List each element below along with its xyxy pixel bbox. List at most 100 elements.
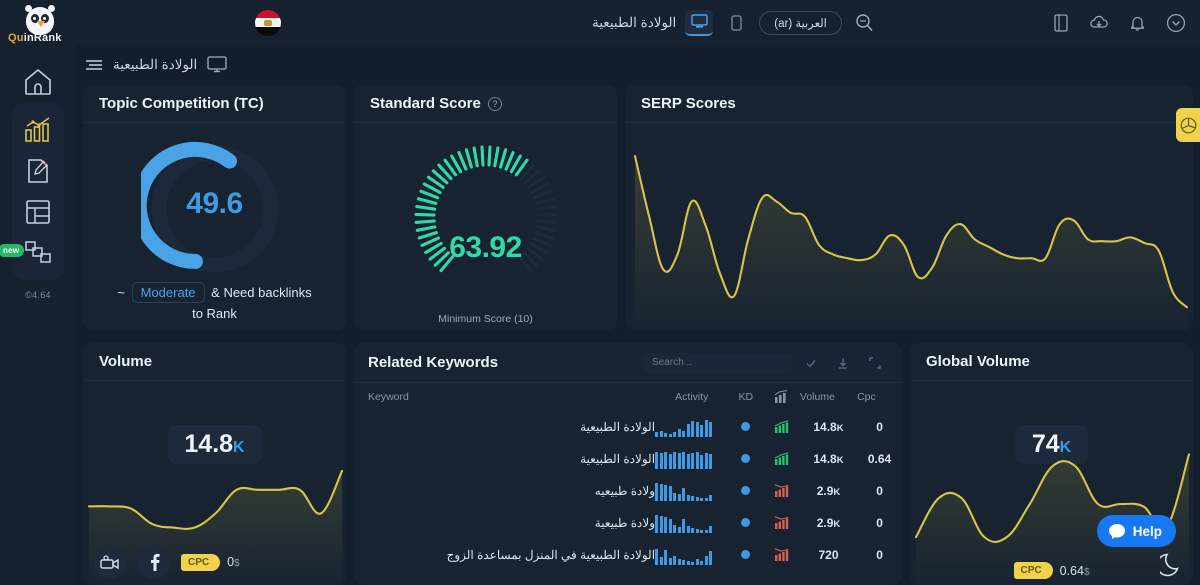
rk-toolbar <box>644 350 888 375</box>
col-kd: KD <box>738 391 754 403</box>
kd-dot-icon <box>741 422 751 431</box>
standard-score-card: Standard Score ? 63.92 Minimum Score (10… <box>354 85 617 330</box>
cpc-value: 0$ <box>227 555 240 569</box>
card-title: Topic Competition (TC) <box>99 95 264 112</box>
cell-volume: 2.9K <box>816 516 841 530</box>
cell-keyword: الولادة الطبيعية في المنزل بمساعدة الزوج <box>446 548 656 562</box>
tc-gauge: 49.6 <box>140 135 289 283</box>
help-button[interactable]: Help <box>1096 515 1176 547</box>
search-input[interactable] <box>644 352 792 373</box>
related-keywords-card: Related Keywords Keyword Activity KD Vol… <box>354 343 902 585</box>
kd-dot-icon <box>741 486 751 495</box>
cell-kd <box>729 539 764 571</box>
serp-line-chart <box>633 155 1189 330</box>
table-body: الولادة الطبيعية 14.8K 0 الولادة الطبيعية … <box>354 411 902 571</box>
cell-cpc: 0 <box>876 548 883 562</box>
brand-logo[interactable]: QuinRank <box>0 0 80 45</box>
check-icon[interactable] <box>798 350 824 375</box>
trend-down-icon <box>763 548 800 562</box>
cell-volume: 720 <box>818 548 839 562</box>
pie-chart-icon[interactable] <box>1176 108 1200 142</box>
moon-icon[interactable] <box>1160 551 1184 577</box>
trend-up-icon <box>763 420 800 434</box>
card-title: Volume <box>99 353 153 370</box>
ss-body: 63.92 Minimum Score (10) العربية <box>354 123 617 330</box>
card-title: Standard Score <box>370 95 481 112</box>
chat-bubble-icon <box>1108 523 1126 539</box>
table-header-row: Keyword Activity KD Volume Cpc <box>354 383 902 411</box>
activity-bars <box>655 545 728 565</box>
cell-keyword: الولادة الطبيعية <box>580 452 656 466</box>
topbar-keyword: الولادة الطبيعية <box>592 14 677 30</box>
device-desktop-button[interactable] <box>685 9 714 36</box>
sidebar-group: new <box>0 102 64 280</box>
download-icon[interactable] <box>830 350 856 375</box>
page-header: الولادة الطبيعية <box>76 45 1200 73</box>
table-row[interactable]: ولادة طبيعية 2.9K 0 <box>354 507 902 539</box>
global-volume-body: 74K CPC 0.64$ <box>910 381 1193 585</box>
trend-up-icon <box>763 452 800 466</box>
global-volume-cpc: CPC 0.64$ <box>1013 562 1090 579</box>
panel-icon[interactable] <box>1053 13 1069 32</box>
table-row[interactable]: الولادة الطبيعية 14.8K 0.64 <box>354 443 902 475</box>
table-row[interactable]: الولادة الطبيعية 14.8K 0 <box>354 411 902 443</box>
sidebar-item-tables[interactable] <box>14 191 62 232</box>
tc-footnote: ~ Moderate & Need backlinks to Rank <box>83 282 346 324</box>
page-title: الولادة الطبيعية <box>113 56 198 72</box>
tc-body: 49.6 ~ Moderate & Need backlinks to Rank <box>83 123 346 330</box>
sidebar: new ©4.64 <box>0 45 76 585</box>
help-icon[interactable]: ? <box>487 96 502 111</box>
sidebar-item-home[interactable] <box>14 61 62 102</box>
cpc-value: 0.64$ <box>1060 564 1090 578</box>
kd-dot-icon <box>741 518 751 527</box>
kd-dot-icon <box>741 454 751 463</box>
video-camera-icon[interactable] <box>93 545 127 579</box>
cell-trend <box>763 507 800 539</box>
device-mobile-button[interactable] <box>722 10 750 36</box>
card-header: Related Keywords <box>354 343 902 383</box>
search-icon[interactable] <box>855 13 874 32</box>
card-header: Volume <box>83 343 346 381</box>
cell-activity <box>655 475 728 507</box>
main-content: الولادة الطبيعية Topic Competition (TC) … <box>76 45 1200 585</box>
cell-trend <box>763 539 800 571</box>
cpc-tag: CPC <box>1013 562 1053 579</box>
bell-icon[interactable] <box>1129 14 1146 32</box>
card-title: Related Keywords <box>368 354 499 371</box>
cloud-download-icon[interactable] <box>1089 15 1109 31</box>
activity-bars <box>655 449 728 469</box>
language-selector[interactable]: العربية (ar) <box>759 10 842 35</box>
cell-cpc: 0 <box>876 516 883 530</box>
cell-volume: 14.8K <box>813 452 844 466</box>
table-row[interactable]: الولادة الطبيعية في المنزل بمساعدة الزوج… <box>354 539 902 571</box>
chevron-down-circle-icon[interactable] <box>1166 13 1186 33</box>
volume-cpc: CPC 0$ <box>181 553 240 571</box>
table-row[interactable]: ولادة طبيعيه 2.9K 0 <box>354 475 902 507</box>
card-title: Global Volume <box>926 353 1030 370</box>
sidebar-item-content-editor[interactable] <box>14 150 62 191</box>
kd-dot-icon <box>741 550 751 559</box>
cpc-tag: CPC <box>181 553 221 571</box>
monitor-icon[interactable] <box>207 56 227 73</box>
activity-bars <box>655 513 728 533</box>
activity-bars <box>655 481 728 501</box>
facebook-icon[interactable] <box>137 545 171 579</box>
global-volume-card: Global Volume 74K CPC 0.64$ <box>910 343 1193 585</box>
expand-icon[interactable] <box>862 350 888 375</box>
cell-kd <box>729 475 764 507</box>
cell-volume: 2.9K <box>816 484 841 498</box>
sidebar-item-clusters[interactable]: new <box>0 232 62 273</box>
ss-gauge <box>413 145 558 273</box>
card-header: SERP Scores <box>625 85 1193 123</box>
hamburger-icon[interactable] <box>85 59 103 71</box>
activity-bars <box>655 417 728 437</box>
cell-volume: 14.8K <box>813 420 844 434</box>
ss-minimum-label: Minimum Score (10) <box>438 313 533 325</box>
cell-cpc: 0 <box>876 484 883 498</box>
sidebar-item-analytics[interactable] <box>14 109 62 150</box>
topic-competition-card: Topic Competition (TC) 49.6 ~ Moderate &… <box>83 85 346 330</box>
trend-down-icon <box>763 516 800 530</box>
cell-activity <box>655 539 728 571</box>
tc-level-badge: Moderate <box>131 282 205 303</box>
cell-activity <box>655 443 728 475</box>
